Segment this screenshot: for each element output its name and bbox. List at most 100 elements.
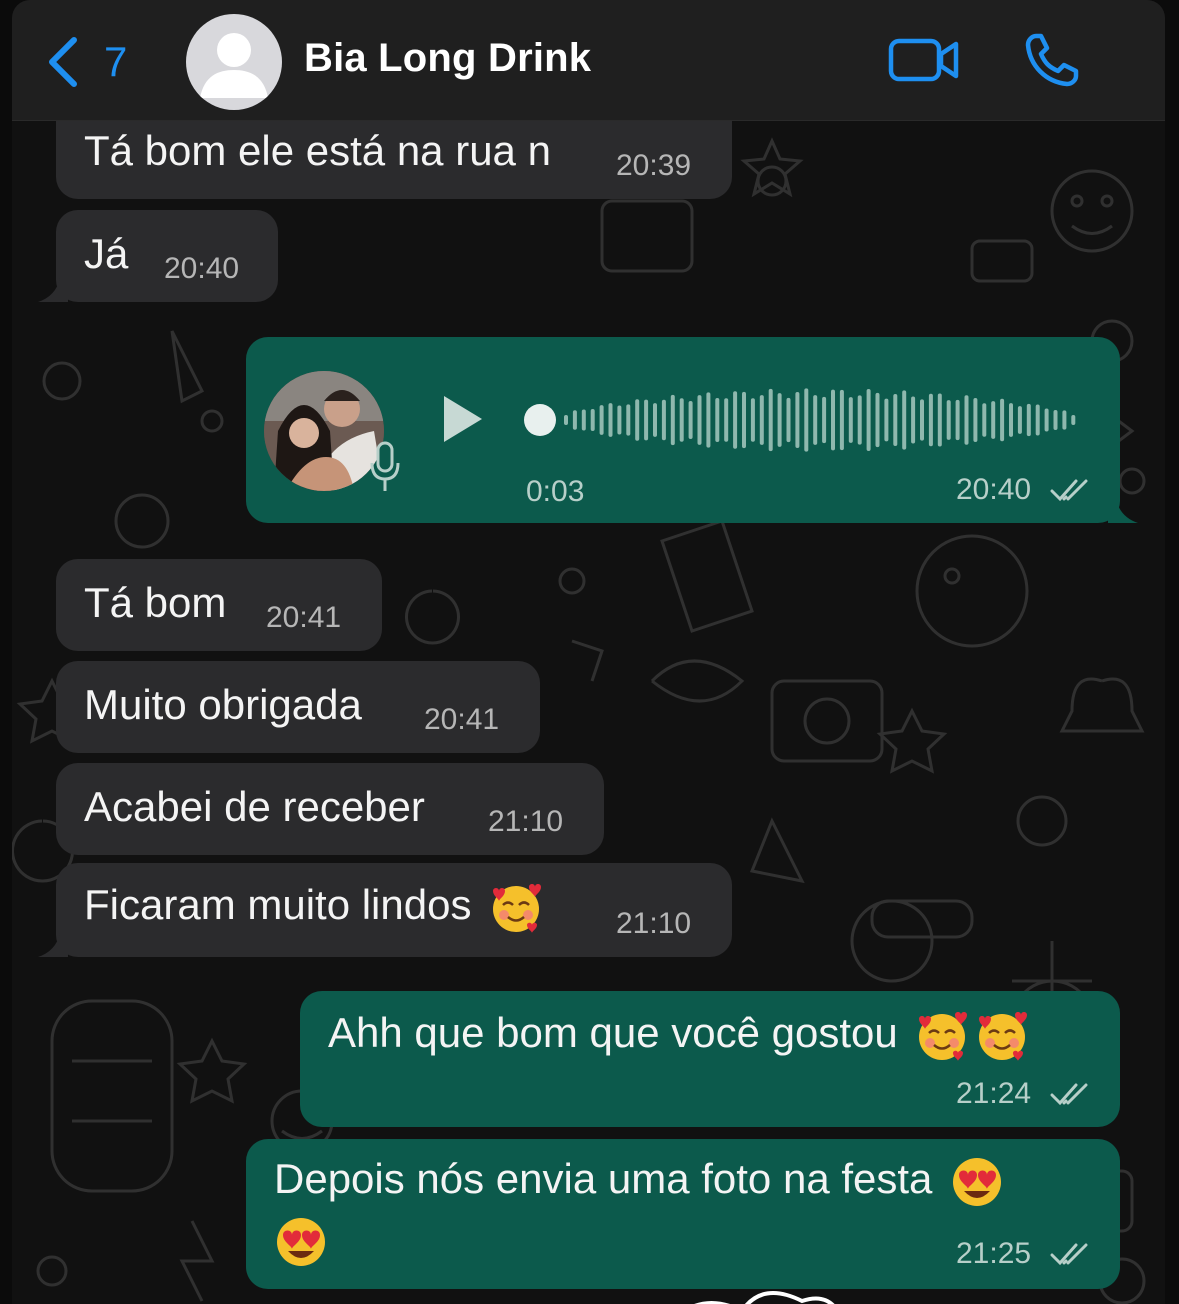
waveform-bar <box>572 410 577 430</box>
message-text-content: Ficaram muito lindos <box>84 881 472 929</box>
smiling-face-with-hearts-emoji <box>493 884 542 933</box>
play-icon[interactable] <box>440 393 486 445</box>
waveform-bar <box>973 398 978 442</box>
outgoing-voice-message[interactable]: 0:03 20:40 <box>246 337 1120 523</box>
waveform-bar <box>839 389 844 451</box>
message-time: 20:39 <box>616 149 692 182</box>
waveform-bar <box>786 397 791 443</box>
chat-screen: 7 Bia Long Drink Tá bom ele está na rua … <box>12 0 1165 1304</box>
outgoing-message[interactable]: Ahh que bom que você gostou 21:24 <box>300 991 1120 1127</box>
waveform-bar <box>955 399 960 441</box>
read-ticks-icon <box>1050 1083 1088 1106</box>
video-camera-icon[interactable] <box>888 34 960 86</box>
waveform-bar <box>893 394 898 446</box>
waveform-bar <box>777 393 782 447</box>
message-list[interactable]: Tá bom ele está na rua n 20:39 Já 20:40 <box>12 121 1165 1304</box>
waveform-bar <box>1071 415 1076 425</box>
waveform-bar <box>875 392 880 448</box>
back-button[interactable]: 7 <box>46 34 146 90</box>
waveform-bar <box>617 405 622 435</box>
waveform-bar <box>1044 408 1049 432</box>
incoming-message[interactable]: Já 20:40 <box>56 210 278 302</box>
message-time: 20:41 <box>266 601 342 634</box>
waveform-bar <box>1035 404 1040 436</box>
message-text: Muito obrigada <box>84 681 362 728</box>
person-placeholder-icon <box>200 33 268 98</box>
waveform-bar <box>581 409 586 431</box>
waveform-bar <box>626 404 631 436</box>
waveform-bar <box>661 399 666 441</box>
waveform-bar <box>715 398 720 442</box>
audio-waveform[interactable] <box>524 387 1084 453</box>
drawing-overlay <box>694 1291 835 1304</box>
sender-photo <box>264 371 384 491</box>
waveform-bar <box>813 395 818 445</box>
waveform-bar <box>795 391 800 449</box>
message-time: 21:10 <box>488 805 564 838</box>
waveform-bar <box>706 392 711 448</box>
waveform-bar <box>1053 409 1058 431</box>
read-ticks-icon <box>1050 479 1088 502</box>
waveform-bar <box>920 399 924 441</box>
waveform-bar <box>991 401 996 439</box>
waveform-bar <box>848 397 853 443</box>
microphone-icon <box>370 441 400 491</box>
waveform-bar <box>822 396 827 444</box>
waveform-bar <box>1026 403 1031 437</box>
waveform-bar <box>964 395 969 445</box>
waveform-bar <box>742 391 746 449</box>
waveform-bar <box>759 395 764 445</box>
smiling-face-with-hearts-emoji <box>979 1012 1028 1061</box>
message-text: Ahh que bom que você gostou <box>328 1009 1029 1063</box>
waveform-bar <box>644 399 649 441</box>
message-time: 21:24 <box>956 1077 1032 1110</box>
waveform-bar <box>750 398 755 442</box>
message-time: 21:25 <box>956 1237 1032 1270</box>
waveform-bar <box>590 409 595 431</box>
smiling-face-with-hearts-emoji <box>919 1012 968 1061</box>
waveform-bar <box>1062 410 1067 430</box>
message-time: 20:41 <box>424 703 500 736</box>
waveform-bar <box>902 390 907 450</box>
message-time: 21:10 <box>616 907 692 940</box>
contact-avatar[interactable] <box>186 14 282 110</box>
waveform-bar <box>928 393 933 447</box>
waveform-bar <box>804 388 809 452</box>
bubble-tail <box>38 933 68 957</box>
message-text-content: Ahh que bom que você gostou <box>328 1009 898 1057</box>
waveform-bar <box>1017 406 1022 434</box>
waveform-bar <box>857 395 862 445</box>
incoming-message[interactable]: Tá bom ele está na rua n 20:39 <box>56 121 732 199</box>
waveform-bar <box>768 388 773 452</box>
waveform-bar <box>688 400 693 440</box>
waveform-bar <box>884 398 889 442</box>
message-time: 20:40 <box>164 252 240 285</box>
chat-header: 7 Bia Long Drink <box>12 0 1165 121</box>
phone-icon[interactable] <box>1022 30 1082 90</box>
bubble-tail <box>1108 499 1138 523</box>
waveform-bar <box>724 398 729 442</box>
heart-eyes-emoji <box>277 1218 325 1266</box>
message-text: Ficaram muito lindos <box>84 881 543 935</box>
waveform-bar <box>831 389 835 451</box>
waveform-bar <box>866 388 871 452</box>
contact-name[interactable]: Bia Long Drink <box>304 36 591 81</box>
message-text: Acabei de receber <box>84 783 425 830</box>
incoming-message[interactable]: Ficaram muito lindos 21:10 <box>56 863 732 957</box>
waveform-bar <box>608 403 613 437</box>
incoming-message[interactable]: Tá bom 20:41 <box>56 559 382 651</box>
waveform-bar <box>733 391 738 449</box>
message-text: Já <box>84 230 129 277</box>
waveform-bar <box>635 399 640 441</box>
waveform-bar <box>697 395 702 445</box>
unread-count: 7 <box>104 38 128 85</box>
waveform-bar <box>1009 403 1013 437</box>
chevron-left-icon <box>49 37 77 87</box>
message-text-content: Depois nós envia uma foto na festa <box>274 1155 933 1203</box>
message-time: 20:40 <box>956 473 1032 506</box>
waveform-bar <box>670 394 675 446</box>
waveform-bar <box>937 393 942 447</box>
incoming-message[interactable]: Muito obrigada 20:41 <box>56 661 540 753</box>
incoming-message[interactable]: Acabei de receber 21:10 <box>56 763 604 855</box>
heart-eyes-emoji <box>953 1158 1002 1206</box>
